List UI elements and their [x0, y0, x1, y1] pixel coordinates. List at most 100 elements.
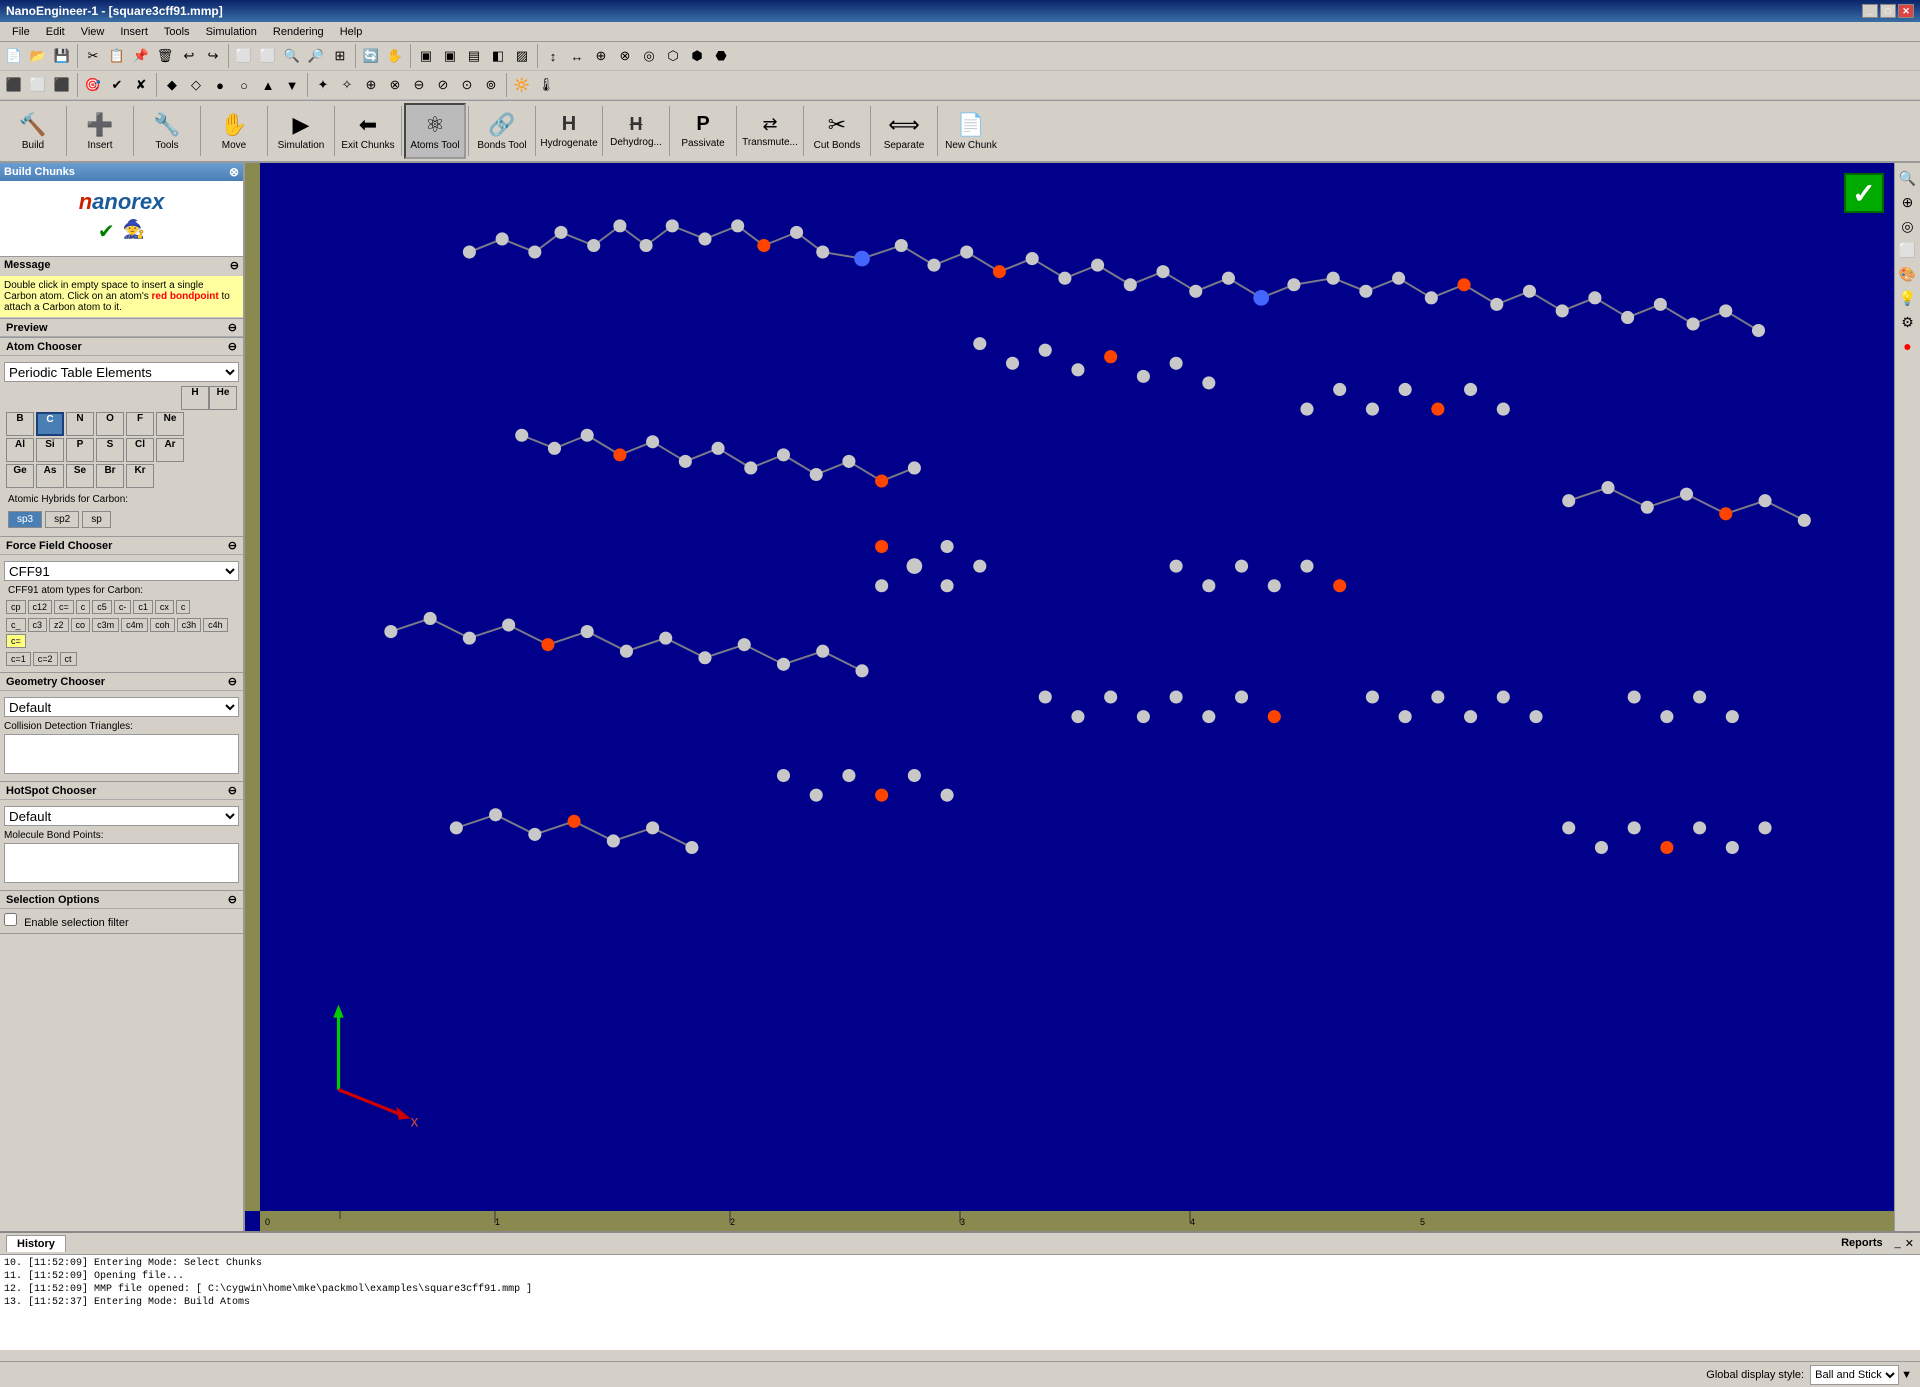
- tb-d2[interactable]: ⬜: [26, 73, 50, 97]
- tb-b2[interactable]: ▣: [438, 44, 462, 68]
- rt-view-btn-1[interactable]: 🔍: [1897, 167, 1919, 189]
- element-Kr[interactable]: Kr: [126, 464, 154, 488]
- tb-f5[interactable]: ▲: [256, 73, 280, 97]
- tb-g6[interactable]: ⊘: [431, 73, 455, 97]
- ff-type-ct[interactable]: ct: [60, 652, 77, 666]
- hybrid-sp2[interactable]: sp2: [45, 511, 79, 528]
- ff-type-c3[interactable]: c3: [28, 618, 48, 632]
- mode-btn-bonds-tool[interactable]: 🔗 Bonds Tool: [471, 103, 533, 159]
- ff-type-cx[interactable]: cx: [155, 600, 174, 614]
- mode-btn-dehydrogenate[interactable]: H Dehydrog...: [605, 103, 667, 159]
- hybrid-sp[interactable]: sp: [82, 511, 111, 528]
- rt-view-btn-8[interactable]: ●: [1897, 335, 1919, 357]
- tb-select-all[interactable]: ⬜: [232, 44, 256, 68]
- mode-btn-new-chunk[interactable]: 📄 New Chunk: [940, 103, 1002, 159]
- atom-chooser-collapse[interactable]: ⊖: [228, 340, 237, 353]
- ff-type-c[interactable]: c: [76, 600, 91, 614]
- tb-pan[interactable]: ✋: [383, 44, 407, 68]
- panel-close-button[interactable]: ⊗: [229, 165, 239, 179]
- hotspot-collapse[interactable]: ⊖: [228, 784, 237, 797]
- tb-d1[interactable]: ⬛: [2, 73, 26, 97]
- tb-g5[interactable]: ⊖: [407, 73, 431, 97]
- rt-view-btn-5[interactable]: 🎨: [1897, 263, 1919, 285]
- element-He[interactable]: He: [209, 386, 237, 410]
- ff-type-c1[interactable]: c1: [133, 600, 153, 614]
- element-O[interactable]: O: [96, 412, 124, 436]
- tb-e3[interactable]: ✘: [129, 73, 153, 97]
- menu-view[interactable]: View: [73, 24, 113, 40]
- ff-type-coh[interactable]: coh: [150, 618, 175, 632]
- tb-g2[interactable]: ✧: [335, 73, 359, 97]
- menu-help[interactable]: Help: [332, 24, 371, 40]
- ff-type-ceq1[interactable]: c=1: [6, 652, 31, 666]
- minimize-button[interactable]: _: [1862, 4, 1878, 18]
- message-collapse[interactable]: ⊖: [230, 259, 239, 272]
- mode-btn-build[interactable]: 🔨 Build: [2, 103, 64, 159]
- element-As[interactable]: As: [36, 464, 64, 488]
- mode-btn-hydrogenate[interactable]: H Hydrogenate: [538, 103, 600, 159]
- tb-rotate[interactable]: 🔄: [359, 44, 383, 68]
- ff-type-c4h[interactable]: c4h: [203, 618, 228, 632]
- tb-f4[interactable]: ○: [232, 73, 256, 97]
- tb-copy[interactable]: 📋: [105, 44, 129, 68]
- tb-f3[interactable]: ●: [208, 73, 232, 97]
- element-dropdown[interactable]: Periodic Table Elements: [4, 362, 239, 382]
- element-Cl[interactable]: Cl: [126, 438, 154, 462]
- tb-d3[interactable]: ⬛: [50, 73, 74, 97]
- reports-close[interactable]: ✕: [1905, 1237, 1914, 1250]
- enable-filter-label[interactable]: Enable selection filter: [4, 917, 129, 929]
- mode-btn-exit-chunks[interactable]: ⬅ Exit Chunks: [337, 103, 399, 159]
- tb-e1[interactable]: 🎯: [81, 73, 105, 97]
- ff-type-c3h[interactable]: c3h: [177, 618, 202, 632]
- ff-type-ceq2[interactable]: c=2: [33, 652, 58, 666]
- wizard-icon[interactable]: 🧙: [123, 219, 145, 244]
- tb-f6[interactable]: ▼: [280, 73, 304, 97]
- rt-view-btn-4[interactable]: ⬜: [1897, 239, 1919, 261]
- element-Ar[interactable]: Ar: [156, 438, 184, 462]
- mode-btn-atoms-tool[interactable]: ⚛ Atoms Tool: [404, 103, 466, 159]
- viewport[interactable]: x 0 1 2 3 4 5 ✓: [245, 163, 1894, 1231]
- tb-g8[interactable]: ⊚: [479, 73, 503, 97]
- geometry-dropdown[interactable]: Default: [4, 697, 239, 717]
- ff-type-cp[interactable]: cp: [6, 600, 26, 614]
- ff-type-c_[interactable]: c_: [6, 618, 26, 632]
- element-C[interactable]: C: [36, 412, 64, 436]
- element-Ge[interactable]: Ge: [6, 464, 34, 488]
- ff-type-c-eq[interactable]: c=: [6, 634, 26, 648]
- ff-type-cm[interactable]: c-: [114, 600, 132, 614]
- maximize-button[interactable]: □: [1880, 4, 1896, 18]
- element-H[interactable]: H: [181, 386, 209, 410]
- ff-type-c3m[interactable]: c3m: [92, 618, 119, 632]
- close-button[interactable]: ✕: [1898, 4, 1914, 18]
- rt-view-btn-7[interactable]: ⚙: [1897, 311, 1919, 333]
- tb-zoom-out[interactable]: 🔎: [304, 44, 328, 68]
- green-checkmark[interactable]: ✓: [1844, 173, 1884, 213]
- selection-options-collapse[interactable]: ⊖: [228, 893, 237, 906]
- rt-view-btn-3[interactable]: ◎: [1897, 215, 1919, 237]
- element-Al[interactable]: Al: [6, 438, 34, 462]
- ff-type-co[interactable]: co: [71, 618, 91, 632]
- tb-g3[interactable]: ⊕: [359, 73, 383, 97]
- menu-tools[interactable]: Tools: [156, 24, 198, 40]
- tb-c2[interactable]: ↔: [565, 44, 589, 68]
- mode-btn-simulation[interactable]: ▶ Simulation: [270, 103, 332, 159]
- tb-save[interactable]: 💾: [50, 44, 74, 68]
- tb-zoom-in[interactable]: 🔍: [280, 44, 304, 68]
- tb-open[interactable]: 📂: [26, 44, 50, 68]
- element-B[interactable]: B: [6, 412, 34, 436]
- tb-new[interactable]: 📄: [2, 44, 26, 68]
- tb-h1[interactable]: 🔆: [510, 73, 534, 97]
- rt-view-btn-6[interactable]: 💡: [1897, 287, 1919, 309]
- ff-type-c12[interactable]: c12: [28, 600, 53, 614]
- menu-simulation[interactable]: Simulation: [198, 24, 265, 40]
- tb-redo[interactable]: ↪: [201, 44, 225, 68]
- mode-btn-cut-bonds[interactable]: ✂ Cut Bonds: [806, 103, 868, 159]
- ff-type-c-last[interactable]: c: [176, 600, 191, 614]
- tb-h2[interactable]: 🌡: [534, 73, 558, 97]
- tb-c8[interactable]: ⬣: [709, 44, 733, 68]
- hotspot-dropdown[interactable]: Default: [4, 806, 239, 826]
- hybrid-sp3[interactable]: sp3: [8, 511, 42, 528]
- tb-c6[interactable]: ⬡: [661, 44, 685, 68]
- mode-btn-move[interactable]: ✋ Move: [203, 103, 265, 159]
- menu-insert[interactable]: Insert: [112, 24, 156, 40]
